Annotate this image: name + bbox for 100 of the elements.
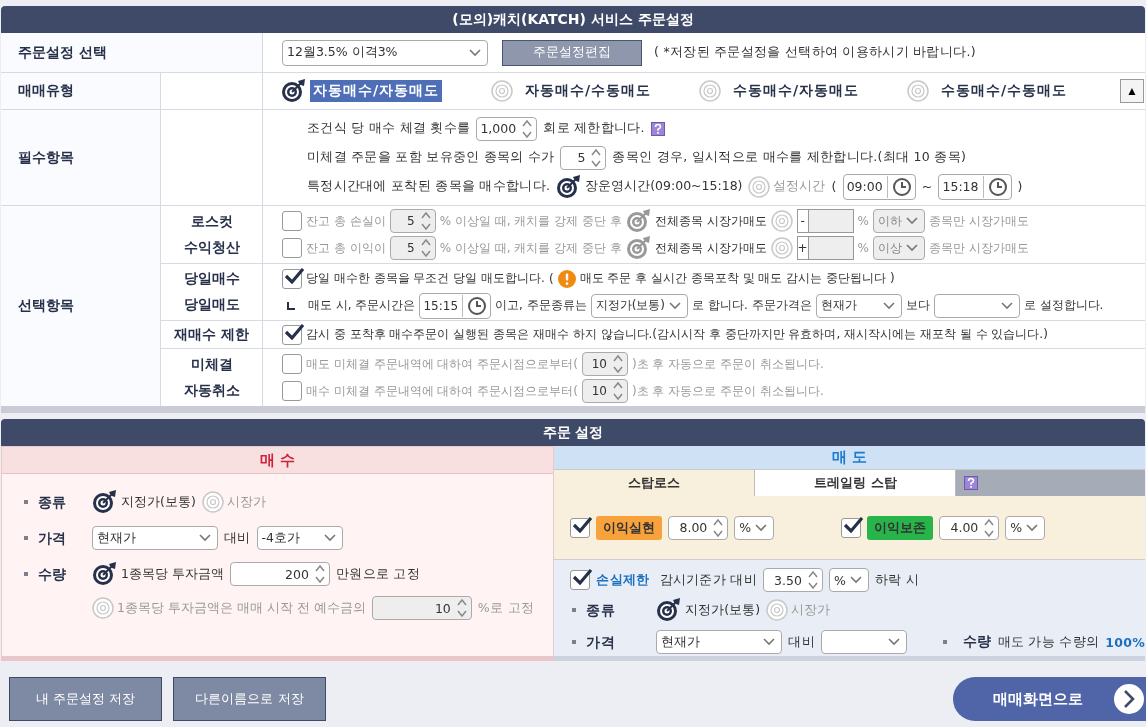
label-text: ~ [921, 179, 933, 194]
bullet-icon [942, 640, 947, 644]
radio-ring-icon [907, 80, 929, 102]
spinner-arrows-icon [313, 563, 326, 585]
label-text: % 이상일 때, 캐치를 강제 중단 후 [439, 212, 622, 230]
tag-label: 이익실현 [596, 515, 663, 540]
tab[interactable]: 트레일링 스탑 [755, 470, 957, 496]
label-text: 잔고 총 이익이 [306, 239, 386, 257]
label-text: 잔고 총 손실이 [306, 212, 386, 230]
dropdown[interactable]: 현재가 [656, 630, 783, 654]
time-field[interactable]: 15:15 [419, 292, 492, 319]
chevron-down-icon [887, 638, 900, 646]
dropdown[interactable]: % [734, 515, 775, 540]
label-text: 매수 미체결 주문내역에 대하여 주문시점으로부터( [306, 382, 578, 400]
label-text: 종목만 시장가매도 [929, 239, 1029, 257]
label-text: 종목만 시장가매도 [929, 212, 1029, 230]
section-title: (모의)캐치(KATCH) 서비스 주문설정 [1, 6, 1145, 33]
field-label: 종류 [586, 601, 616, 620]
label-text: 하락 시 [874, 571, 920, 589]
field-label: 가격 [586, 633, 616, 652]
radio-button[interactable]: 1종목당 투자금액 [92, 562, 224, 586]
row-label: 필수항목 [1, 110, 161, 205]
clock-icon [467, 295, 488, 316]
label-text: 대비 [224, 529, 251, 547]
radio-button[interactable]: 자동매수/수동매도 [489, 80, 697, 102]
target-icon [556, 174, 583, 199]
field-label: 가격 [38, 529, 68, 548]
time-field[interactable]: 15:18 [938, 173, 1012, 200]
label-text: 로 설정합니다. [1023, 297, 1104, 314]
label-text: 특정시간대에 포착된 종목을 매수합니다. [307, 178, 551, 195]
row-label: 자동취소 [183, 381, 240, 400]
chevron-down-icon [1026, 523, 1039, 532]
dropdown[interactable]: 지정가(보통) [590, 293, 689, 318]
label-text: ( [548, 271, 554, 286]
label-text: 회로 제한합니다. [543, 120, 645, 137]
row-label: 매매유형 [1, 73, 161, 109]
radio-button[interactable]: 지정가(보통) [656, 598, 761, 622]
number-spinner[interactable]: 8.00 [668, 515, 729, 540]
radio-button[interactable]: 장운영시간(09:00~15:18) [556, 174, 743, 199]
radio-ring-icon [748, 175, 771, 198]
number-spinner[interactable]: 4.00 [939, 515, 1000, 540]
chevron-down-icon [1000, 301, 1013, 310]
label-text: ) [1017, 179, 1023, 194]
spinner-arrows-icon [712, 516, 725, 539]
chevron-down-icon [763, 638, 776, 646]
section-title: 주문 설정 [1, 419, 1145, 446]
tab[interactable]: 스탑로스 [554, 470, 756, 496]
target-icon [92, 562, 118, 586]
label-text: )초 후 자동으로 주문이 취소됩니다. [631, 355, 824, 373]
dropdown[interactable]: 현재가 [815, 293, 902, 318]
checkbox[interactable] [282, 324, 302, 345]
radio-button[interactable]: 수동매수/자동매도 [697, 80, 905, 102]
checkbox[interactable] [570, 517, 591, 538]
label-text: % 이상일 때, 캐치를 강제 중단 후 [439, 239, 622, 257]
label-text: 종목인 경우, 일시적으로 매수를 제한합니다.(최대 10 종목) [612, 149, 967, 166]
checkbox[interactable] [841, 517, 862, 538]
dropdown[interactable]: % [828, 568, 869, 592]
number-spinner[interactable]: 200 [229, 562, 330, 586]
label-text: 미체결 주문을 포함 보유중인 종목의 수가 [307, 149, 555, 166]
collapse-button[interactable]: ▲ [1120, 79, 1144, 103]
row-label: 미체결 [190, 355, 233, 374]
field-label: 수량 [962, 633, 992, 651]
go-button[interactable]: 매매화면으로 [953, 677, 1146, 721]
dropdown[interactable] [820, 630, 907, 654]
dropdown[interactable]: -4호가 [256, 526, 343, 550]
spinner-arrows-icon [611, 380, 624, 402]
checkmark-icon [843, 515, 864, 534]
label-text: 매도 미체결 주문내역에 대하여 주문시점으로부터( [306, 355, 578, 373]
label-text: 로 합니다. [692, 297, 748, 314]
chevron-right-icon [1114, 684, 1144, 714]
radio-button[interactable]: 수동매수/수동매도 [905, 80, 1113, 102]
bullet-icon [572, 640, 577, 644]
bullet-icon [24, 500, 28, 504]
panel-title: 매 수 [2, 447, 554, 474]
number-spinner[interactable]: 3.50 [762, 568, 823, 592]
target-icon [281, 79, 307, 103]
target-icon [92, 490, 118, 514]
time-field[interactable]: 09:00 [842, 173, 916, 200]
dropdown[interactable]: 현재가 [92, 526, 218, 550]
checkmark-icon [572, 568, 593, 586]
clock-icon [891, 176, 912, 197]
label-text: 매도 주문 후 실시간 종목포착 및 매도 감시는 중단됩니다 ) [579, 270, 895, 287]
dropdown[interactable]: 12월3.5% 이격3% [282, 39, 488, 66]
dropdown[interactable] [933, 293, 1020, 318]
chevron-down-icon [755, 523, 768, 532]
spinner-arrows-icon [455, 597, 468, 619]
number-spinner[interactable]: 1,000 [476, 116, 538, 141]
label-text: ( [831, 179, 837, 194]
row-label: 로스컷 [190, 212, 233, 231]
checkbox[interactable] [570, 570, 591, 590]
label-text: 보다 [905, 297, 930, 314]
warning-icon [557, 269, 576, 288]
radio-ring-icon [491, 80, 513, 102]
dropdown[interactable]: % [1005, 515, 1046, 540]
label-text: 대비 [788, 633, 815, 651]
radio-button[interactable]: 지정가(보통) [92, 490, 196, 514]
checkbox[interactable] [282, 268, 302, 289]
number-spinner[interactable]: 5 [560, 145, 607, 170]
chevron-down-icon [849, 576, 862, 584]
chevron-down-icon [323, 534, 336, 542]
